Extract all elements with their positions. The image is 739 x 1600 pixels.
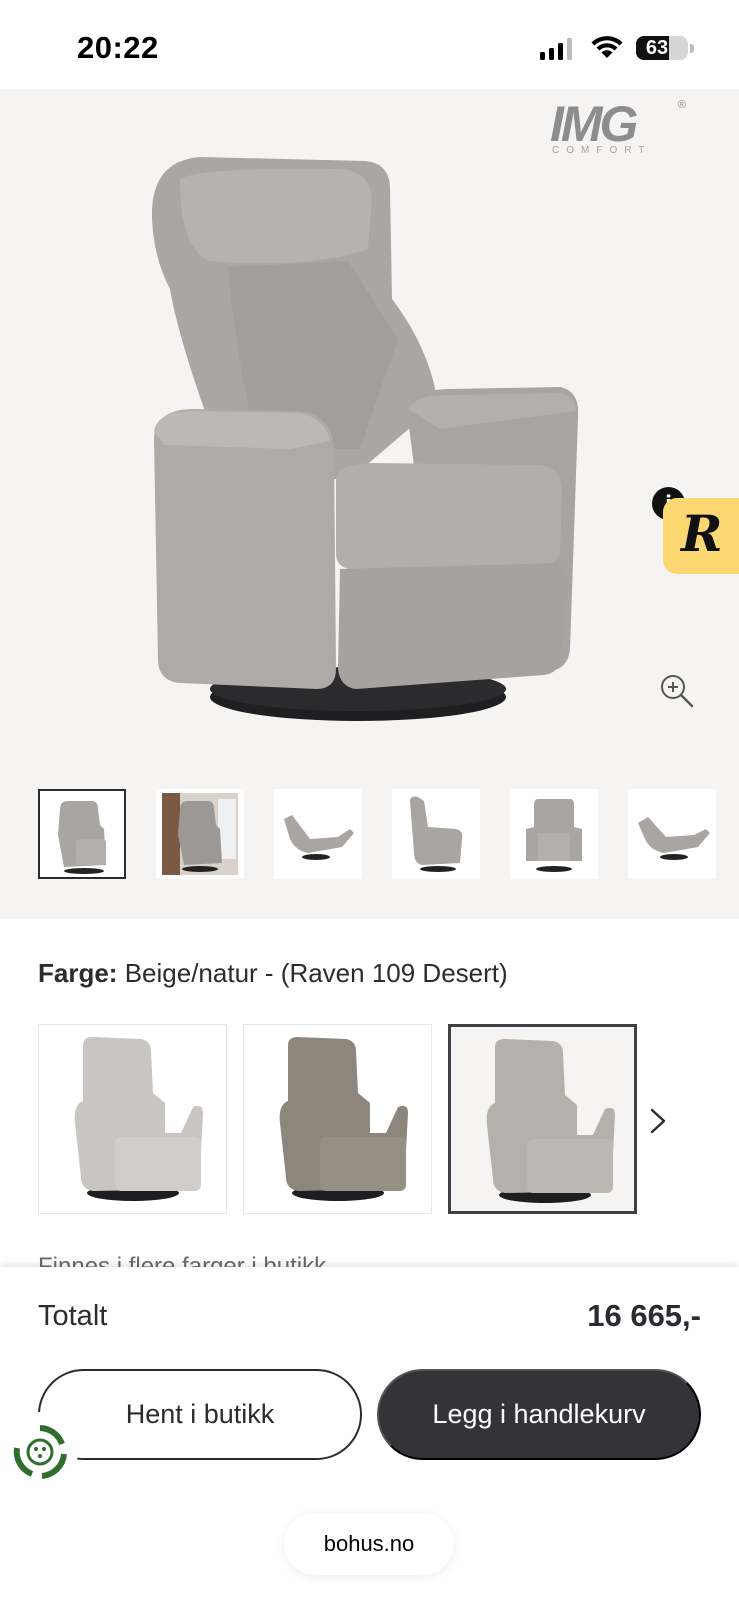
thumbnail-strip[interactable] (38, 789, 739, 881)
checkout-sheet: Totalt 16 665,- Hent i butikk Legg i han… (0, 1267, 739, 1600)
reviews-logo-letter: R (681, 504, 723, 563)
wifi-icon (591, 36, 623, 58)
thumbnail-reclined-view[interactable] (628, 789, 716, 879)
color-option-taupe[interactable] (243, 1024, 432, 1214)
color-option-light-grey[interactable] (38, 1024, 227, 1214)
cellular-signal-icon (540, 36, 572, 60)
thumbnail-front-view[interactable] (38, 789, 126, 879)
availability-text: Finnes i flere farger i butikk (38, 1253, 327, 1267)
color-value: Beige/natur - (Raven 109 Desert) (124, 958, 508, 988)
reviews-badge[interactable]: R (663, 498, 739, 574)
zoom-in-icon[interactable] (659, 673, 695, 709)
color-option-beige-natur[interactable] (448, 1024, 637, 1214)
thumbnail-front-straight-view[interactable] (510, 789, 598, 879)
browser-url-bar[interactable]: bohus.no (284, 1513, 454, 1575)
battery-percent: 63 (645, 37, 669, 59)
add-to-cart-button[interactable]: Legg i handlekurv (377, 1369, 701, 1460)
thumbnail-reclined-side-view[interactable] (274, 789, 362, 879)
product-gallery[interactable]: IMG COMFORT ® (0, 89, 739, 919)
battery-indicator: 63 (636, 36, 688, 60)
thumbnail-side-view[interactable] (392, 789, 480, 879)
color-label: Farge: (38, 958, 118, 988)
color-label-row: Farge: Beige/natur - (Raven 109 Desert) (38, 958, 508, 989)
total-price: 16 665,- (587, 1298, 701, 1333)
status-time: 20:22 (77, 30, 159, 65)
battery-tip (690, 44, 694, 53)
chevron-right-icon[interactable] (646, 1106, 670, 1136)
registered-mark: ® (677, 99, 686, 111)
product-image[interactable] (140, 149, 600, 789)
color-swatches[interactable] (38, 1024, 637, 1214)
thumbnail-room-view[interactable] (156, 789, 244, 879)
status-bar: 20:22 63 (0, 0, 739, 89)
brand-name: IMG (550, 96, 638, 152)
total-label: Totalt (38, 1300, 108, 1332)
eco-badge[interactable] (0, 1412, 78, 1490)
pickup-in-store-button[interactable]: Hent i butikk (38, 1369, 362, 1460)
recycle-icon (13, 1425, 67, 1479)
